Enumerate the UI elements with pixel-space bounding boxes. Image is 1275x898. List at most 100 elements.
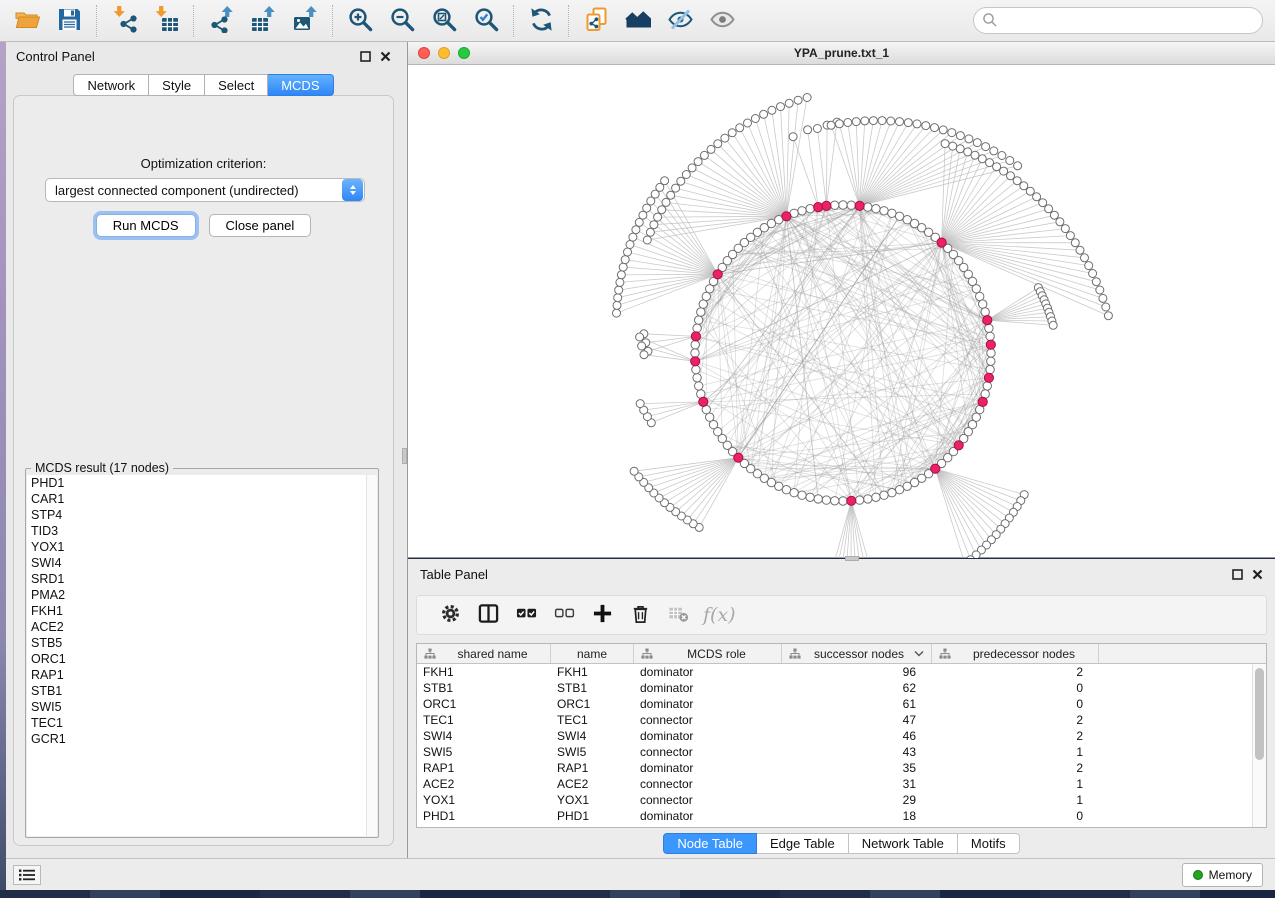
graph-leaf-node[interactable]	[852, 118, 860, 126]
graph-leaf-node[interactable]	[636, 333, 644, 341]
graph-leaf-node[interactable]	[1092, 278, 1100, 286]
graph-node[interactable]	[976, 292, 984, 300]
graph-leaf-node[interactable]	[878, 117, 886, 125]
tab-edge-table[interactable]: Edge Table	[757, 833, 849, 854]
graph-leaf-node[interactable]	[1102, 303, 1110, 311]
table-cell[interactable]: RAP1	[551, 761, 634, 775]
table-cell[interactable]: 2	[932, 713, 1099, 727]
tab-style[interactable]: Style	[149, 74, 205, 96]
graph-leaf-node[interactable]	[1081, 254, 1089, 262]
graph-leaf-node[interactable]	[1089, 270, 1097, 278]
graph-leaf-node[interactable]	[964, 148, 972, 156]
graph-node[interactable]	[880, 207, 888, 215]
graph-node[interactable]	[798, 491, 806, 499]
table-row[interactable]: SWI4SWI4dominator462	[417, 728, 1252, 744]
graph-leaf-node[interactable]	[990, 147, 998, 155]
table-cell[interactable]: connector	[634, 777, 782, 791]
import-table-button[interactable]	[145, 4, 187, 38]
graph-leaf-node[interactable]	[1076, 246, 1084, 254]
graph-leaf-node[interactable]	[1099, 294, 1107, 302]
graph-node[interactable]	[691, 341, 699, 349]
zoom-selected-button[interactable]	[465, 4, 507, 38]
graph-leaf-node[interactable]	[615, 286, 623, 294]
column-header-name[interactable]: name	[551, 644, 634, 663]
graph-leaf-node[interactable]	[636, 400, 644, 408]
graph-leaf-node[interactable]	[714, 140, 722, 148]
graph-leaf-node[interactable]	[613, 301, 621, 309]
graph-leaf-node[interactable]	[694, 158, 702, 166]
graph-leaf-node[interactable]	[629, 233, 637, 241]
graph-leaf-node[interactable]	[640, 351, 648, 359]
tab-network-table[interactable]: Network Table	[849, 833, 958, 854]
graph-leaf-node[interactable]	[869, 117, 877, 125]
mcds-result-item[interactable]: GCR1	[27, 731, 377, 747]
export-table-button[interactable]	[242, 4, 284, 38]
table-cell[interactable]: 61	[782, 697, 932, 711]
mcds-result-item[interactable]: STP4	[27, 507, 377, 523]
horizontal-split-handle[interactable]	[845, 556, 859, 561]
graph-hub-node[interactable]	[734, 453, 743, 462]
graph-node[interactable]	[888, 209, 896, 217]
table-cell[interactable]: 2	[932, 761, 1099, 775]
graph-leaf-node[interactable]	[973, 139, 981, 147]
graph-leaf-node[interactable]	[804, 126, 812, 134]
graph-hub-node[interactable]	[931, 464, 940, 473]
search-input[interactable]	[973, 7, 1263, 34]
table-row[interactable]: RAP1RAP1dominator352	[417, 760, 1252, 776]
network-graph[interactable]	[408, 65, 1275, 558]
graph-node[interactable]	[987, 349, 995, 357]
settings-button[interactable]	[431, 598, 469, 632]
table-cell[interactable]: 0	[932, 809, 1099, 823]
graph-leaf-node[interactable]	[616, 278, 624, 286]
table-cell[interactable]: PHD1	[417, 809, 551, 823]
graph-leaf-node[interactable]	[688, 164, 696, 172]
graph-leaf-node[interactable]	[794, 96, 802, 104]
graph-leaf-node[interactable]	[1006, 157, 1014, 165]
vertical-split-handle[interactable]	[402, 448, 407, 464]
graph-hub-node[interactable]	[954, 441, 963, 450]
copy-network-button[interactable]	[575, 4, 617, 38]
graph-hub-node[interactable]	[699, 397, 708, 406]
float-table-icon[interactable]	[1232, 569, 1243, 580]
graph-hub-node[interactable]	[713, 270, 722, 279]
graph-hub-node[interactable]	[691, 357, 700, 366]
mcds-result-item[interactable]: TID3	[27, 523, 377, 539]
graph-leaf-node[interactable]	[626, 241, 634, 249]
graph-leaf-node[interactable]	[614, 294, 622, 302]
graph-leaf-node[interactable]	[662, 198, 670, 206]
table-cell[interactable]: 43	[782, 745, 932, 759]
graph-leaf-node[interactable]	[646, 228, 654, 236]
graph-hub-node[interactable]	[691, 332, 700, 341]
graph-leaf-node[interactable]	[813, 125, 821, 133]
table-cell[interactable]: 35	[782, 761, 932, 775]
result-list-scrollbar[interactable]	[366, 475, 377, 836]
graph-leaf-node[interactable]	[1020, 182, 1028, 190]
graph-leaf-node[interactable]	[978, 155, 986, 163]
table-cell[interactable]: 62	[782, 681, 932, 695]
table-cell[interactable]: 2	[932, 729, 1099, 743]
graph-leaf-node[interactable]	[844, 119, 852, 127]
table-cell[interactable]: dominator	[634, 729, 782, 743]
table-cell[interactable]: dominator	[634, 697, 782, 711]
graph-node[interactable]	[693, 374, 701, 382]
graph-node[interactable]	[831, 497, 839, 505]
mcds-result-item[interactable]: YOX1	[27, 539, 377, 555]
graph-node[interactable]	[806, 493, 814, 501]
graph-leaf-node[interactable]	[621, 256, 629, 264]
graph-leaf-node[interactable]	[1071, 239, 1079, 247]
graph-leaf-node[interactable]	[721, 134, 729, 142]
delete-column-button[interactable]	[621, 598, 659, 632]
graph-node[interactable]	[695, 382, 703, 390]
graph-node[interactable]	[979, 300, 987, 308]
table-cell[interactable]: ACE2	[551, 777, 634, 791]
graph-leaf-node[interactable]	[1056, 218, 1064, 226]
table-cell[interactable]: 1	[932, 793, 1099, 807]
graph-hub-node[interactable]	[822, 201, 831, 210]
graph-leaf-node[interactable]	[1014, 162, 1022, 170]
mcds-result-item[interactable]: STB5	[27, 635, 377, 651]
graph-node[interactable]	[695, 316, 703, 324]
table-cell[interactable]: 0	[932, 681, 1099, 695]
tab-network[interactable]: Network	[73, 74, 149, 96]
graph-node[interactable]	[864, 495, 872, 503]
graph-leaf-node[interactable]	[654, 213, 662, 221]
